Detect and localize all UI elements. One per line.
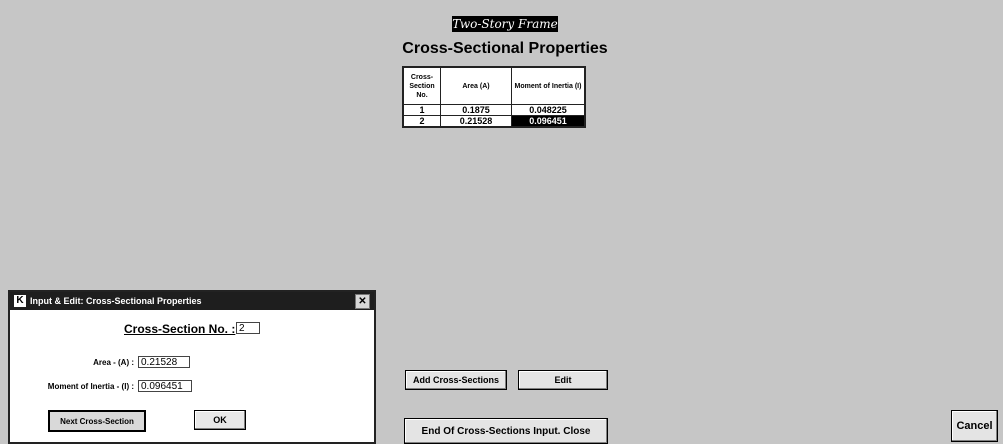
table-cell[interactable]: 2 bbox=[402, 115, 441, 128]
column-header-area: Area (A) bbox=[440, 66, 512, 105]
moment-of-inertia-label: Moment of Inertia - (I) : bbox=[47, 382, 134, 391]
column-header-cross-section: Cross-Section No. bbox=[402, 66, 441, 105]
cross-section-table: Cross-Section No. Area (A) Moment of Ine… bbox=[402, 66, 586, 128]
table-cell-selected[interactable]: 0.096451 bbox=[511, 115, 586, 128]
edit-button[interactable]: Edit bbox=[518, 370, 608, 390]
app-logo-icon: K bbox=[14, 295, 26, 307]
ok-button[interactable]: OK bbox=[194, 410, 246, 430]
frame-title: Two-Story Frame bbox=[452, 16, 558, 32]
input-edit-dialog: K Input & Edit: Cross-Sectional Properti… bbox=[8, 290, 376, 444]
end-input-close-button[interactable]: End Of Cross-Sections Input. Close bbox=[404, 418, 608, 444]
dialog-title: Input & Edit: Cross-Sectional Properties bbox=[30, 296, 202, 306]
table-cell[interactable]: 0.21528 bbox=[440, 115, 512, 128]
area-label: Area - (A) : bbox=[93, 358, 134, 367]
table-cell[interactable]: 0.048225 bbox=[511, 104, 586, 116]
cancel-button[interactable]: Cancel bbox=[951, 410, 998, 442]
table-row[interactable]: 1 0.1875 0.048225 bbox=[402, 104, 586, 116]
cross-section-no-label: Cross-Section No. : bbox=[124, 322, 236, 336]
table-cell[interactable]: 0.1875 bbox=[440, 104, 512, 116]
table-row[interactable]: 2 0.21528 0.096451 bbox=[402, 115, 586, 128]
area-input[interactable]: 0.21528 bbox=[138, 356, 190, 368]
next-cross-section-button[interactable]: Next Cross-Section bbox=[48, 410, 146, 432]
cross-section-no-input[interactable]: 2 bbox=[236, 322, 260, 334]
column-header-moment-of-inertia: Moment of Inertia (I) bbox=[511, 66, 586, 105]
moment-of-inertia-input[interactable]: 0.096451 bbox=[138, 380, 192, 392]
page-title: Cross-Sectional Properties bbox=[402, 40, 608, 57]
table-cell[interactable]: 1 bbox=[402, 104, 441, 116]
dialog-titlebar[interactable]: K Input & Edit: Cross-Sectional Properti… bbox=[10, 292, 374, 310]
close-icon[interactable]: ✕ bbox=[355, 294, 370, 309]
table-header-row: Cross-Section No. Area (A) Moment of Ine… bbox=[402, 66, 586, 105]
add-cross-sections-button[interactable]: Add Cross-Sections bbox=[405, 370, 507, 390]
